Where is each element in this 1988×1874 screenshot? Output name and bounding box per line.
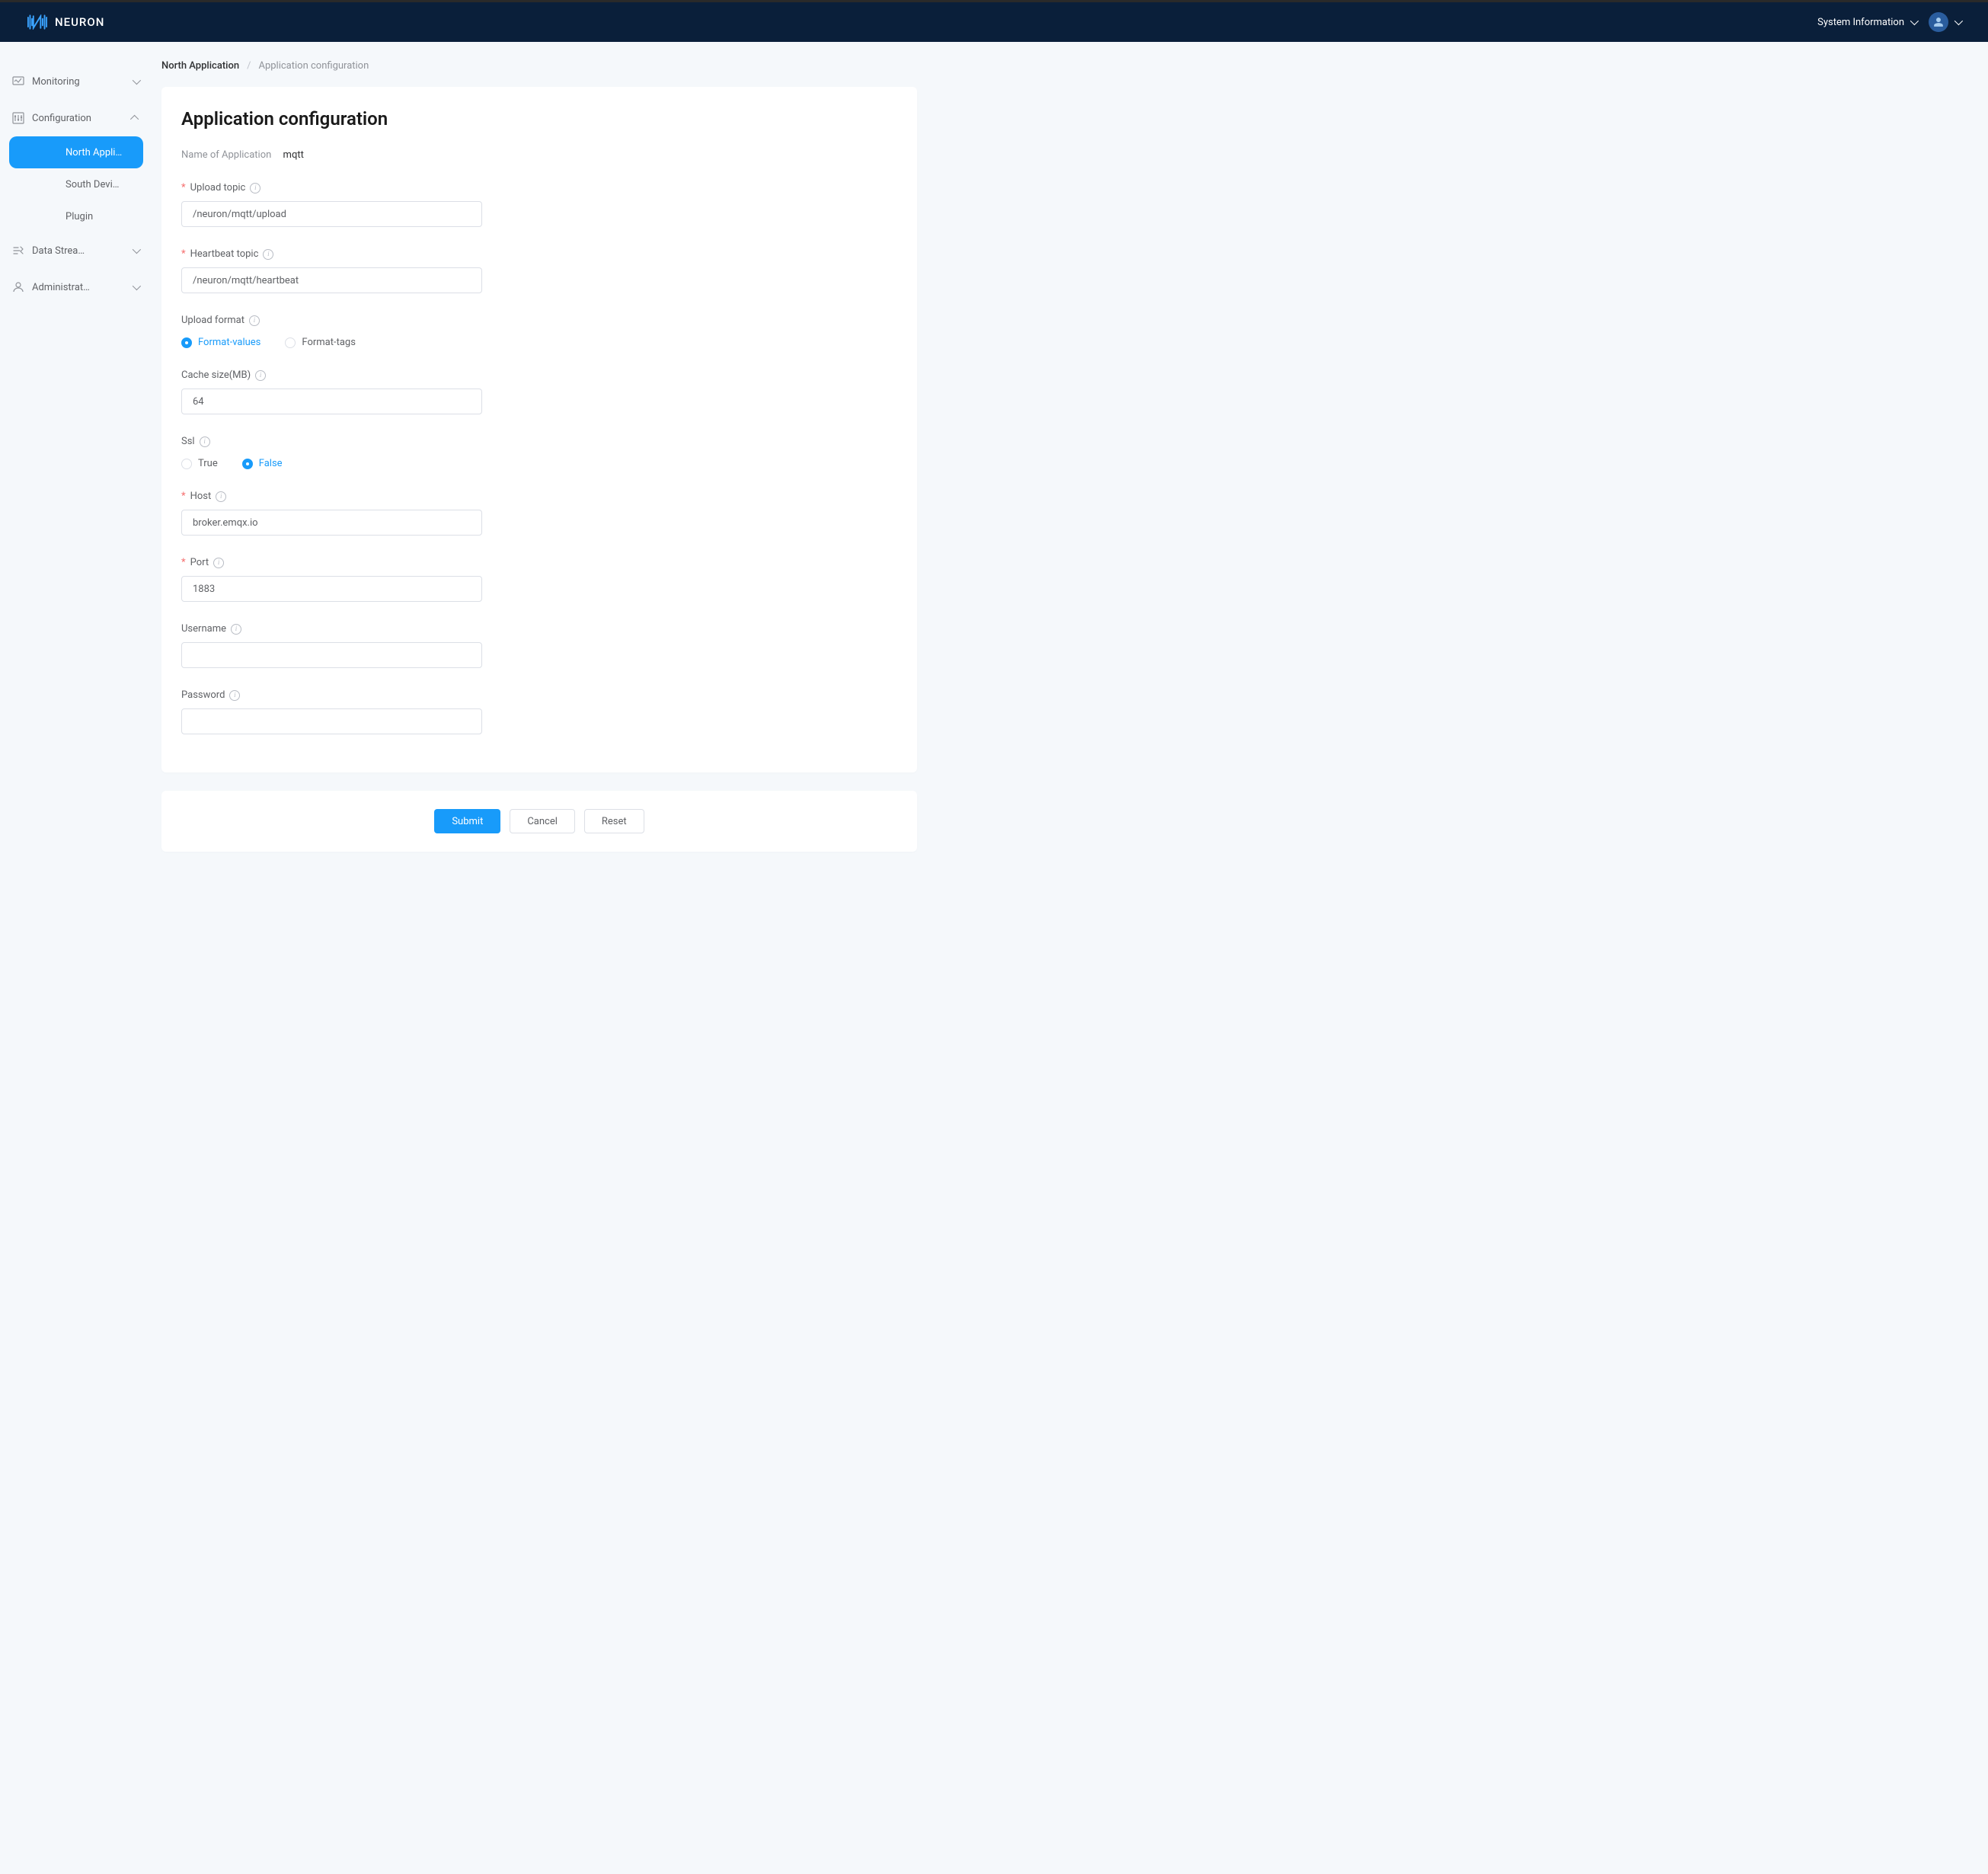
sidebar-item-north-application[interactable]: North Appli…	[9, 136, 143, 168]
field-label-text: Upload topic	[190, 182, 246, 193]
sidebar-item-monitoring[interactable]: Monitoring	[0, 63, 152, 100]
page-title: Application configuration	[181, 108, 897, 130]
info-icon[interactable]: i	[263, 249, 273, 260]
chevron-down-icon	[133, 283, 139, 293]
action-buttons-card: Submit Cancel Reset	[161, 791, 917, 852]
user-icon	[1933, 17, 1944, 27]
sidebar-item-data-stream[interactable]: Data Strea…	[0, 232, 152, 269]
app-name-label: Name of Application	[181, 149, 271, 161]
field-label-text: Ssl	[181, 436, 195, 447]
system-information-label: System Information	[1817, 17, 1904, 28]
brand-logo[interactable]: NEURON	[27, 14, 104, 30]
form-card: Application configuration Name of Applic…	[161, 87, 917, 772]
sidebar-item-configuration[interactable]: Configuration	[0, 100, 152, 136]
upload-topic-input[interactable]	[181, 201, 482, 227]
field-label-text: Host	[190, 491, 212, 502]
field-label-text: Username	[181, 623, 226, 635]
required-marker: *	[181, 491, 186, 502]
radio-format-values[interactable]: Format-values	[181, 337, 260, 348]
username-input[interactable]	[181, 642, 482, 668]
radio-label: True	[198, 458, 218, 469]
sidebar-label: Monitoring	[32, 76, 80, 88]
field-label-text: Upload format	[181, 315, 245, 326]
sidebar: Monitoring Configuration North Appli… So…	[0, 42, 152, 1874]
field-heartbeat-topic: * Heartbeat topic i	[181, 248, 897, 293]
breadcrumb-item-1[interactable]: North Application	[161, 60, 239, 72]
chevron-down-icon	[133, 246, 139, 256]
user-avatar[interactable]	[1929, 12, 1948, 32]
monitoring-icon	[12, 75, 24, 88]
chevron-up-icon	[133, 114, 139, 123]
info-icon[interactable]: i	[213, 558, 224, 568]
port-input[interactable]	[181, 576, 482, 602]
field-label-text: Heartbeat topic	[190, 248, 259, 260]
required-marker: *	[181, 248, 186, 260]
sidebar-item-south-devices[interactable]: South Devi…	[9, 168, 143, 200]
radio-format-tags[interactable]: Format-tags	[285, 337, 356, 348]
sidebar-label: South Devi…	[66, 179, 119, 190]
field-port: * Port i	[181, 557, 897, 602]
required-marker: *	[181, 182, 186, 193]
radio-icon	[285, 337, 296, 348]
neuron-logo-icon	[27, 14, 47, 30]
breadcrumb: North Application / Application configur…	[161, 60, 917, 72]
field-upload-format: Upload format i Format-values Format-tag…	[181, 315, 897, 348]
administration-icon	[12, 281, 24, 293]
main-container: Monitoring Configuration North Appli… So…	[0, 42, 1988, 1874]
radio-label: False	[259, 458, 283, 469]
main-content: North Application / Application configur…	[152, 42, 944, 1874]
data-stream-icon	[12, 245, 24, 257]
info-icon[interactable]: i	[229, 690, 240, 701]
configuration-icon	[12, 112, 24, 124]
field-upload-topic: * Upload topic i	[181, 182, 897, 227]
info-icon[interactable]: i	[216, 491, 226, 502]
sidebar-item-plugin[interactable]: Plugin	[9, 200, 143, 232]
chevron-down-icon[interactable]	[1954, 17, 1963, 25]
radio-ssl-true[interactable]: True	[181, 458, 218, 469]
cancel-button[interactable]: Cancel	[510, 809, 575, 833]
heartbeat-topic-input[interactable]	[181, 267, 482, 293]
field-username: Username i	[181, 623, 897, 668]
field-password: Password i	[181, 689, 897, 734]
info-icon[interactable]: i	[250, 183, 260, 193]
radio-icon	[181, 459, 192, 469]
reset-button[interactable]: Reset	[584, 809, 644, 833]
app-name-row: Name of Application mqtt	[181, 149, 897, 161]
breadcrumb-item-2: Application configuration	[258, 60, 369, 72]
field-label-text: Cache size(MB)	[181, 369, 251, 381]
app-name-value: mqtt	[283, 149, 304, 161]
field-host: * Host i	[181, 491, 897, 536]
field-cache-size: Cache size(MB) i	[181, 369, 897, 414]
radio-icon	[242, 459, 253, 469]
radio-label: Format-values	[198, 337, 260, 348]
field-label-text: Password	[181, 689, 225, 701]
info-icon[interactable]: i	[200, 437, 210, 447]
header-right: System Information	[1817, 12, 1961, 32]
sidebar-label: Administrat…	[32, 282, 90, 293]
required-marker: *	[181, 557, 186, 568]
radio-ssl-false[interactable]: False	[242, 458, 283, 469]
password-input[interactable]	[181, 708, 482, 734]
app-header: NEURON System Information	[0, 0, 1988, 42]
radio-label: Format-tags	[302, 337, 356, 348]
field-ssl: Ssl i True False	[181, 436, 897, 469]
info-icon[interactable]: i	[231, 624, 241, 635]
submit-button[interactable]: Submit	[434, 809, 500, 833]
system-information-menu[interactable]: System Information	[1817, 17, 1916, 28]
field-label-text: Port	[190, 557, 209, 568]
breadcrumb-separator: /	[247, 60, 251, 72]
chevron-down-icon	[1910, 17, 1919, 25]
cache-size-input[interactable]	[181, 389, 482, 414]
radio-icon	[181, 337, 192, 348]
info-icon[interactable]: i	[255, 370, 266, 381]
chevron-down-icon	[133, 77, 139, 87]
host-input[interactable]	[181, 510, 482, 536]
sidebar-label: Data Strea…	[32, 245, 85, 257]
info-icon[interactable]: i	[249, 315, 260, 326]
sidebar-label: Configuration	[32, 113, 91, 124]
brand-text: NEURON	[55, 15, 104, 29]
sidebar-item-administration[interactable]: Administrat…	[0, 269, 152, 305]
sidebar-label: North Appli…	[66, 147, 122, 158]
sidebar-label: Plugin	[66, 211, 93, 222]
